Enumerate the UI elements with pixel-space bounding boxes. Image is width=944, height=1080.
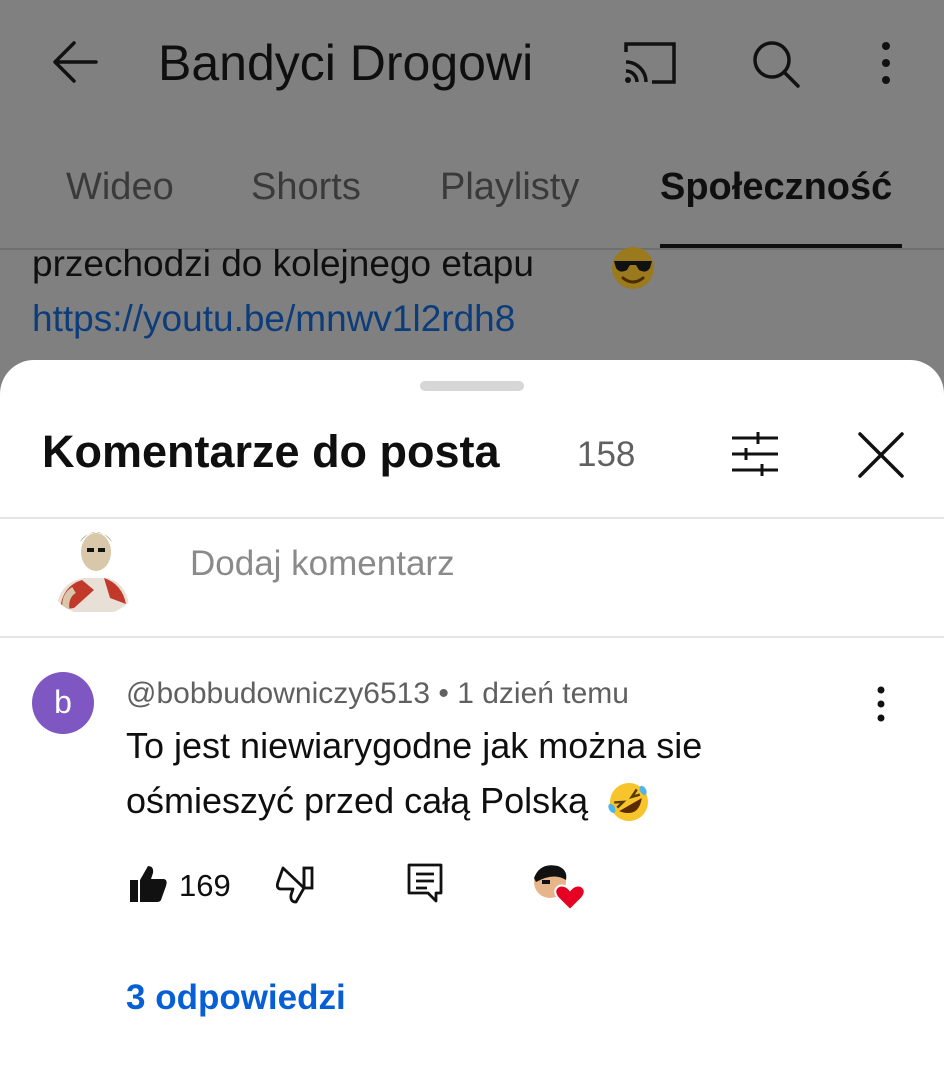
meta-separator: • xyxy=(438,677,449,710)
creator-heart-icon xyxy=(534,865,586,912)
comment-meta: @bobbudowniczy6513 • 1 dzień temu xyxy=(126,677,629,711)
sheet-title: Komentarze do posta xyxy=(42,426,500,477)
back-arrow-icon[interactable] xyxy=(50,38,100,86)
drag-handle[interactable] xyxy=(420,381,524,391)
replies-link[interactable]: 3 odpowiedzi xyxy=(126,978,346,1018)
commenter-avatar[interactable]: b xyxy=(32,672,94,734)
thumbs-up-icon[interactable] xyxy=(128,864,168,904)
comment-more-icon[interactable] xyxy=(868,684,894,724)
reply-icon[interactable] xyxy=(406,862,444,904)
thumbs-down-icon[interactable] xyxy=(274,864,314,904)
divider xyxy=(0,636,944,638)
search-icon[interactable] xyxy=(750,38,802,90)
tab-wideo[interactable]: Wideo xyxy=(66,166,174,209)
like-count: 169 xyxy=(179,868,231,903)
comment-text-line: To jest niewiarygodne jak można sie xyxy=(126,725,703,766)
comment-count: 158 xyxy=(577,435,636,474)
divider xyxy=(0,517,944,519)
tab-playlisty[interactable]: Playlisty xyxy=(440,166,579,209)
post-link[interactable]: https://youtu.be/mnwv1l2rdh8 xyxy=(32,298,515,340)
comment-time: 1 dzień temu xyxy=(457,677,629,710)
close-icon[interactable] xyxy=(856,430,906,480)
cast-icon[interactable] xyxy=(622,40,678,86)
user-avatar xyxy=(44,520,144,616)
sunglasses-emoji-icon xyxy=(612,247,654,289)
channel-title: Bandyci Drogowi xyxy=(158,35,534,91)
more-options-icon[interactable] xyxy=(872,40,900,86)
post-text: przechodzi do kolejnego etapu xyxy=(32,243,534,284)
sort-filter-icon[interactable] xyxy=(728,430,782,478)
tab-spolecznosc[interactable]: Społeczność xyxy=(660,166,892,209)
tab-shorts[interactable]: Shorts xyxy=(251,166,361,209)
add-comment-input[interactable]: Dodaj komentarz xyxy=(190,544,455,584)
comment-text-line: ośmieszyć przed całą Polską xyxy=(126,780,589,821)
comment-author[interactable]: @bobbudowniczy6513 xyxy=(126,677,430,710)
rofl-emoji-icon xyxy=(608,783,648,821)
